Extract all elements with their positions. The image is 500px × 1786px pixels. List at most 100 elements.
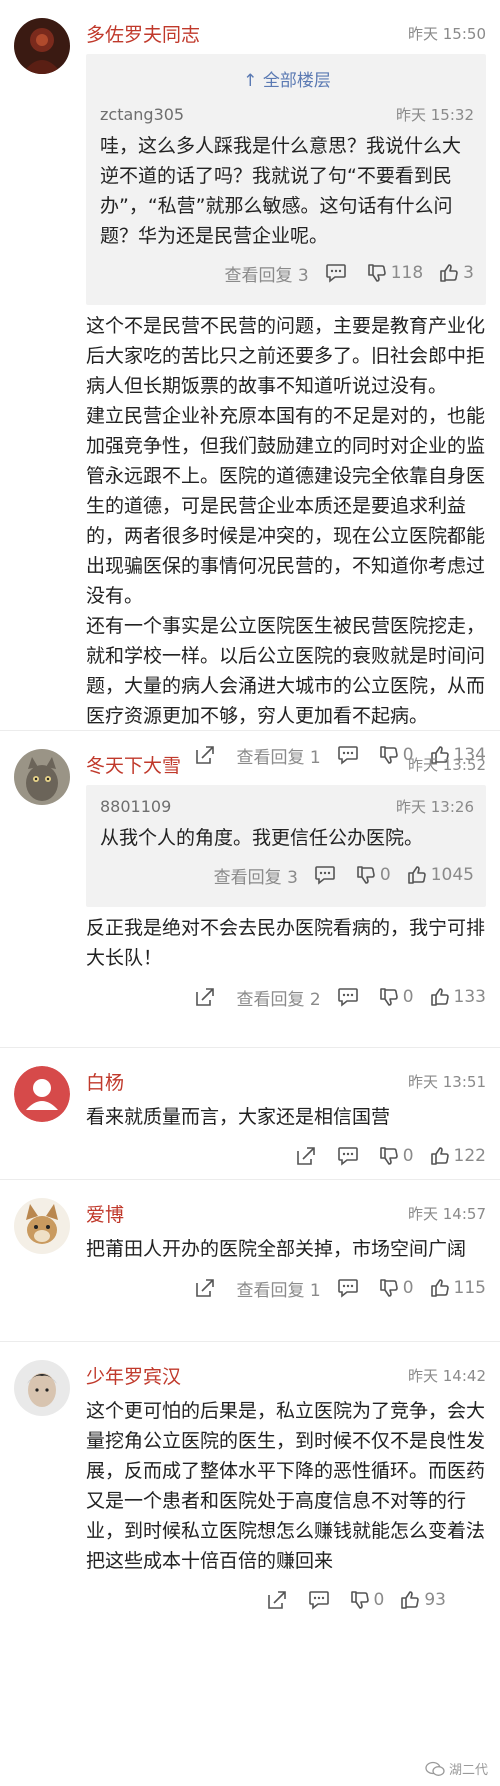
quoted-timestamp: 昨天 13:26 (396, 797, 474, 816)
comment-button[interactable] (314, 865, 340, 885)
share-icon (196, 1279, 215, 1297)
thumbs-up-count: 115 (453, 1278, 486, 1298)
quoted-text: 哇，这么多人踩我是什么意思？我说什么大逆不道的话了吗？我就说了句“不要看到民办”… (100, 135, 462, 247)
share-icon (267, 1591, 286, 1609)
quoted-username[interactable]: zctang305 (100, 105, 184, 124)
view-replies-link[interactable]: 查看回复 2 (236, 985, 320, 1010)
watermark-text: 湖二代 (448, 1763, 488, 1778)
thumbs-up-button[interactable]: 115 (430, 1278, 486, 1298)
thumbs-up-button[interactable]: 93 (400, 1590, 446, 1610)
comment-bubble-icon (337, 988, 358, 1007)
timestamp: 昨天 14:57 (408, 1204, 486, 1223)
comment-text: 把莆田人开办的医院全部关掉，市场空间广阔 (86, 1238, 467, 1260)
comment-button[interactable] (337, 1146, 363, 1166)
timestamp: 昨天 13:51 (408, 1072, 486, 1091)
username[interactable]: 爱博 (86, 1200, 124, 1227)
thumbs-down-count: 0 (402, 1146, 414, 1166)
thumbs-up-count: 93 (424, 1590, 446, 1610)
comment-button[interactable] (325, 263, 351, 283)
share-button[interactable] (194, 1277, 220, 1299)
thumbs-down-count: 0 (373, 1590, 385, 1610)
share-icon (296, 1147, 315, 1165)
comment-text: 这个更可怕的后果是，私立医院为了竞争，会大量挖角公立医院的医生，到时候不仅不是良… (86, 1400, 486, 1572)
quoted-comment: 8801109 昨天 13:26 从我个人的角度。我更信任公办医院。 查看回复 … (86, 785, 486, 907)
comment-text: 这个不是民营不民营的问题，主要是教育产业化后大家吃的苦比只之前还要多了。旧社会郎… (86, 315, 486, 727)
thumbs-up-count: 133 (453, 987, 486, 1007)
thumbs-down-count: 118 (390, 263, 424, 283)
thumbs-down-icon (379, 1279, 398, 1297)
thumbs-down-button[interactable]: 0 (379, 1278, 414, 1298)
comment-text: 反正我是绝对不会去民办医院看病的，我宁可排大长队！ (86, 917, 486, 969)
avatar[interactable] (14, 1198, 70, 1254)
quoted-actions: 查看回复 3 118 3 (100, 251, 474, 295)
comment-bubble-icon (308, 1591, 329, 1610)
view-replies-link[interactable]: 查看回复 3 (214, 863, 298, 888)
comment-button[interactable] (337, 987, 363, 1007)
thumbs-up-button[interactable]: 133 (430, 987, 486, 1007)
comment-feed: 多佐罗夫同志 昨天 15:50 ↑ 全部楼层 zctang305 昨天 15:3… (0, 0, 500, 1786)
comment-item: 少年罗宾汉 昨天 14:42 这个更可怕的后果是，私立医院为了竞争，会大量挖角公… (0, 1342, 500, 1786)
thumbs-down-button[interactable]: 0 (350, 1590, 385, 1610)
quoted-username[interactable]: 8801109 (100, 797, 171, 816)
comment-bubble-icon (337, 1147, 358, 1166)
comment-item: 冬天下大雪 昨天 13:52 8801109 昨天 13:26 从我个人的角度。… (0, 731, 500, 1048)
thumbs-up-count: 122 (453, 1146, 486, 1166)
quoted-text: 从我个人的角度。我更信任公办医院。 (100, 827, 424, 849)
all-floors-link[interactable]: ↑ 全部楼层 (100, 62, 474, 101)
thumbs-down-count: 0 (379, 865, 391, 885)
comment-actions: 0 122 (86, 1132, 486, 1180)
thumbs-down-icon (379, 1147, 398, 1165)
share-button[interactable] (295, 1145, 321, 1167)
view-replies-link[interactable]: 查看回复 3 (224, 261, 308, 286)
avatar[interactable] (14, 1360, 70, 1416)
wechat-icon (425, 1761, 445, 1776)
comment-bubble-icon (337, 1279, 358, 1298)
timestamp: 昨天 13:52 (408, 755, 486, 774)
comment-item: 多佐罗夫同志 昨天 15:50 ↑ 全部楼层 zctang305 昨天 15:3… (0, 0, 500, 768)
thumbs-up-button[interactable]: 1045 (407, 865, 474, 885)
timestamp: 昨天 15:50 (408, 24, 486, 43)
thumbs-down-count: 0 (402, 1278, 414, 1298)
thumbs-up-button[interactable]: 122 (430, 1146, 486, 1166)
thumbs-down-icon (379, 988, 398, 1006)
comment-actions: 0 93 (86, 1576, 486, 1624)
comment-actions: 查看回复 2 0 133 (86, 973, 486, 1021)
username[interactable]: 冬天下大雪 (86, 751, 181, 778)
avatar[interactable] (14, 18, 70, 74)
thumbs-down-button[interactable]: 0 (379, 1146, 414, 1166)
share-icon (196, 988, 215, 1006)
comment-item: 白杨 昨天 13:51 看来就质量而言，大家还是相信国营 0 122 (0, 1048, 500, 1180)
comment-button[interactable] (308, 1590, 334, 1610)
thumbs-up-count: 1045 (430, 865, 474, 885)
thumbs-up-icon (430, 988, 449, 1006)
watermark: 湖二代 (425, 1759, 488, 1778)
quoted-comment: ↑ 全部楼层 zctang305 昨天 15:32 哇，这么多人踩我是什么意思？… (86, 54, 486, 305)
comment-actions: 查看回复 1 0 115 (86, 1264, 486, 1312)
share-button[interactable] (194, 986, 220, 1008)
quoted-actions: 查看回复 3 0 1045 (100, 853, 474, 897)
thumbs-down-button[interactable]: 118 (367, 263, 423, 283)
thumbs-down-count: 0 (402, 987, 414, 1007)
username[interactable]: 白杨 (86, 1068, 124, 1095)
thumbs-up-count: 3 (463, 263, 474, 283)
thumbs-down-button[interactable]: 0 (379, 987, 414, 1007)
timestamp: 昨天 14:42 (408, 1366, 486, 1385)
comment-bubble-icon (315, 866, 335, 885)
thumbs-up-icon (407, 866, 426, 884)
share-button[interactable] (266, 1589, 292, 1611)
quoted-timestamp: 昨天 15:32 (396, 105, 474, 124)
view-replies-link[interactable]: 查看回复 1 (236, 1276, 320, 1301)
comment-bubble-icon (325, 264, 346, 283)
comment-button[interactable] (337, 1278, 363, 1298)
comment-item: 爱博 昨天 14:57 把莆田人开办的医院全部关掉，市场空间广阔 查看回复 1 … (0, 1180, 500, 1342)
avatar[interactable] (14, 1066, 70, 1122)
thumbs-up-icon (430, 1279, 449, 1297)
thumbs-down-icon (357, 866, 375, 884)
thumbs-down-button[interactable]: 0 (356, 865, 391, 885)
comment-text: 看来就质量而言，大家还是相信国营 (86, 1106, 391, 1128)
username[interactable]: 少年罗宾汉 (86, 1362, 181, 1389)
thumbs-up-icon (440, 264, 458, 282)
avatar[interactable] (14, 749, 70, 805)
username[interactable]: 多佐罗夫同志 (86, 20, 200, 47)
thumbs-up-button[interactable]: 3 (439, 263, 474, 283)
